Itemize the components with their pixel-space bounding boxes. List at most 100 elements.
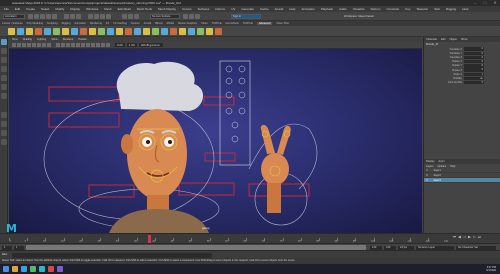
layer-menu-layers[interactable]: Layers (426, 165, 434, 168)
channel-value-field[interactable]: 0 (464, 64, 484, 68)
layer-tab-anim[interactable]: Anim (439, 160, 445, 163)
symmetry-icon[interactable] (183, 13, 188, 19)
channel-value-field[interactable]: 0 (464, 55, 484, 60)
channel-box-menu-show[interactable]: Show (461, 38, 468, 41)
channel-value-field[interactable]: 0 (464, 47, 484, 51)
shelf-tool-icon[interactable] (53, 27, 60, 35)
channel-box-menu-channels[interactable]: Channels (426, 38, 437, 41)
channel-value-field[interactable]: 1 (464, 72, 484, 76)
layer-menu-help[interactable]: Help (450, 165, 455, 168)
channel-label[interactable]: Translate Z (424, 56, 464, 59)
paint-select-tool-icon[interactable] (1, 57, 7, 63)
four-view-layout-icon[interactable] (1, 121, 7, 127)
menu-help[interactable]: Help (289, 7, 295, 11)
channel-box-menu-object[interactable]: Object (449, 38, 457, 41)
select-hierarchy-icon[interactable] (64, 13, 69, 19)
taskbar-app-icon[interactable] (57, 266, 63, 272)
shelf-tab-turtle[interactable]: TURTLE (212, 22, 222, 25)
save-scene-icon[interactable] (40, 13, 45, 19)
gate-mask-icon[interactable] (47, 43, 51, 47)
taskbar-app-icon[interactable] (30, 266, 36, 272)
taskbar-app-icon[interactable] (48, 266, 54, 272)
panel-menu-renderer[interactable]: Renderer (63, 38, 74, 41)
menu-mesh-tools[interactable]: Mesh Tools (137, 7, 152, 11)
face-slider-control[interactable] (225, 77, 233, 85)
menu-deform[interactable]: Deform (215, 7, 225, 11)
taskbar-app-icon[interactable] (12, 266, 18, 272)
persp-graph-layout-icon[interactable] (1, 139, 7, 145)
smooth-shade-icon[interactable] (61, 43, 65, 47)
menu-animation[interactable]: Animation (301, 7, 314, 11)
shelf-tab-xgen[interactable]: XGen (201, 22, 208, 25)
channel-value-field[interactable]: 0 (464, 80, 484, 85)
select-tool-icon[interactable] (1, 39, 7, 45)
menu-modify[interactable]: Modify (55, 7, 64, 11)
menu-generate[interactable]: Generate (241, 7, 254, 11)
menu-rigging[interactable]: Rigging (446, 7, 456, 11)
face-slider-control[interactable] (225, 107, 233, 115)
shelf-tool-icon[interactable] (80, 27, 87, 35)
sculpt-icon[interactable] (189, 13, 194, 19)
motion-blur-icon[interactable] (86, 43, 90, 47)
face-slider-control[interactable] (238, 91, 246, 99)
single-view-layout-icon[interactable] (1, 112, 7, 118)
face-slider-control[interactable] (238, 77, 246, 85)
shelf-tab-fx-caching[interactable]: FX Caching (113, 22, 127, 25)
snap-point-icon[interactable] (100, 13, 105, 19)
channel-value-field[interactable]: 0 (464, 59, 484, 64)
script-language-toggle[interactable]: MEL (2, 253, 7, 256)
lasso-tool-icon[interactable] (1, 48, 7, 54)
perspective-viewport[interactable]: persp (9, 49, 422, 233)
shelf-tab-sculpting[interactable]: Sculpting (47, 22, 58, 25)
channel-label[interactable]: Rotate X (424, 60, 464, 63)
playback-start-field[interactable]: 1 (14, 245, 24, 250)
shelf-tool-icon[interactable] (152, 27, 159, 35)
persp-outliner-layout-icon[interactable] (1, 130, 7, 136)
wireframe-icon[interactable] (56, 43, 60, 47)
channel-label[interactable]: Joint Sel Rot (424, 81, 464, 84)
shelf-tool-icon[interactable] (44, 27, 51, 35)
animation-end-field[interactable]: 120 (384, 245, 396, 250)
shelf-tab-turtle[interactable]: TURTLE (243, 22, 253, 25)
shelf-tool-icon[interactable] (89, 27, 96, 35)
render-settings-icon[interactable] (134, 13, 139, 19)
layer-visibility-toggle[interactable]: V (426, 179, 428, 182)
anti-aliasing-icon[interactable] (91, 43, 95, 47)
select-component-icon[interactable] (76, 13, 81, 19)
animation-start-field[interactable]: 1 (2, 245, 12, 250)
rig-control-curve[interactable] (48, 86, 120, 102)
shelf-tool-icon[interactable] (107, 27, 114, 35)
taskbar-app-icon[interactable] (39, 266, 45, 272)
character-set-dropdown[interactable]: No Character Set (456, 245, 496, 250)
channel-value-field[interactable]: 0 (464, 68, 484, 72)
taskbar-app-icon[interactable] (21, 266, 27, 272)
snap-surface-icon[interactable] (106, 13, 111, 19)
isolate-select-icon[interactable] (96, 43, 100, 47)
shelf-tool-icon[interactable] (8, 27, 15, 35)
layer-row[interactable]: Vlayer3 (424, 178, 500, 183)
image-plane-icon[interactable] (27, 43, 31, 47)
shelf-tool-icon[interactable] (179, 27, 186, 35)
exposure-field[interactable]: 0.00 (115, 43, 125, 47)
menu-surfaces[interactable]: Surfaces (198, 7, 210, 11)
snap-grid-icon[interactable] (88, 13, 93, 19)
menu-mesh[interactable]: Mesh (104, 7, 111, 11)
shelf-tab-mash[interactable]: MASH (167, 22, 175, 25)
render-icon[interactable] (122, 13, 127, 19)
menu-file[interactable]: File (4, 7, 9, 11)
menu-windows[interactable]: Windows (86, 7, 98, 11)
shelf-tab-poly-modeling[interactable]: Poly Modeling (27, 22, 43, 25)
ambient-occlusion-icon[interactable] (81, 43, 85, 47)
menu-constrain[interactable]: Constrain (386, 7, 399, 11)
shelf-tool-icon[interactable] (170, 27, 177, 35)
menu-deform[interactable]: Deform (371, 7, 381, 11)
shelf-tab-custom[interactable]: Custom (131, 22, 140, 25)
modeling-toolkit-icon[interactable] (195, 13, 200, 19)
menu-edit[interactable]: Edit (15, 7, 20, 11)
shelf-tool-icon[interactable] (62, 27, 69, 35)
fps-dropdown[interactable]: 24 fps (398, 245, 414, 250)
shelf-tool-icon[interactable] (143, 27, 150, 35)
channel-label[interactable]: Rotate Y (424, 64, 464, 67)
sign-in-button[interactable]: Sign In (231, 13, 261, 19)
menu-help[interactable]: Help (462, 7, 468, 11)
